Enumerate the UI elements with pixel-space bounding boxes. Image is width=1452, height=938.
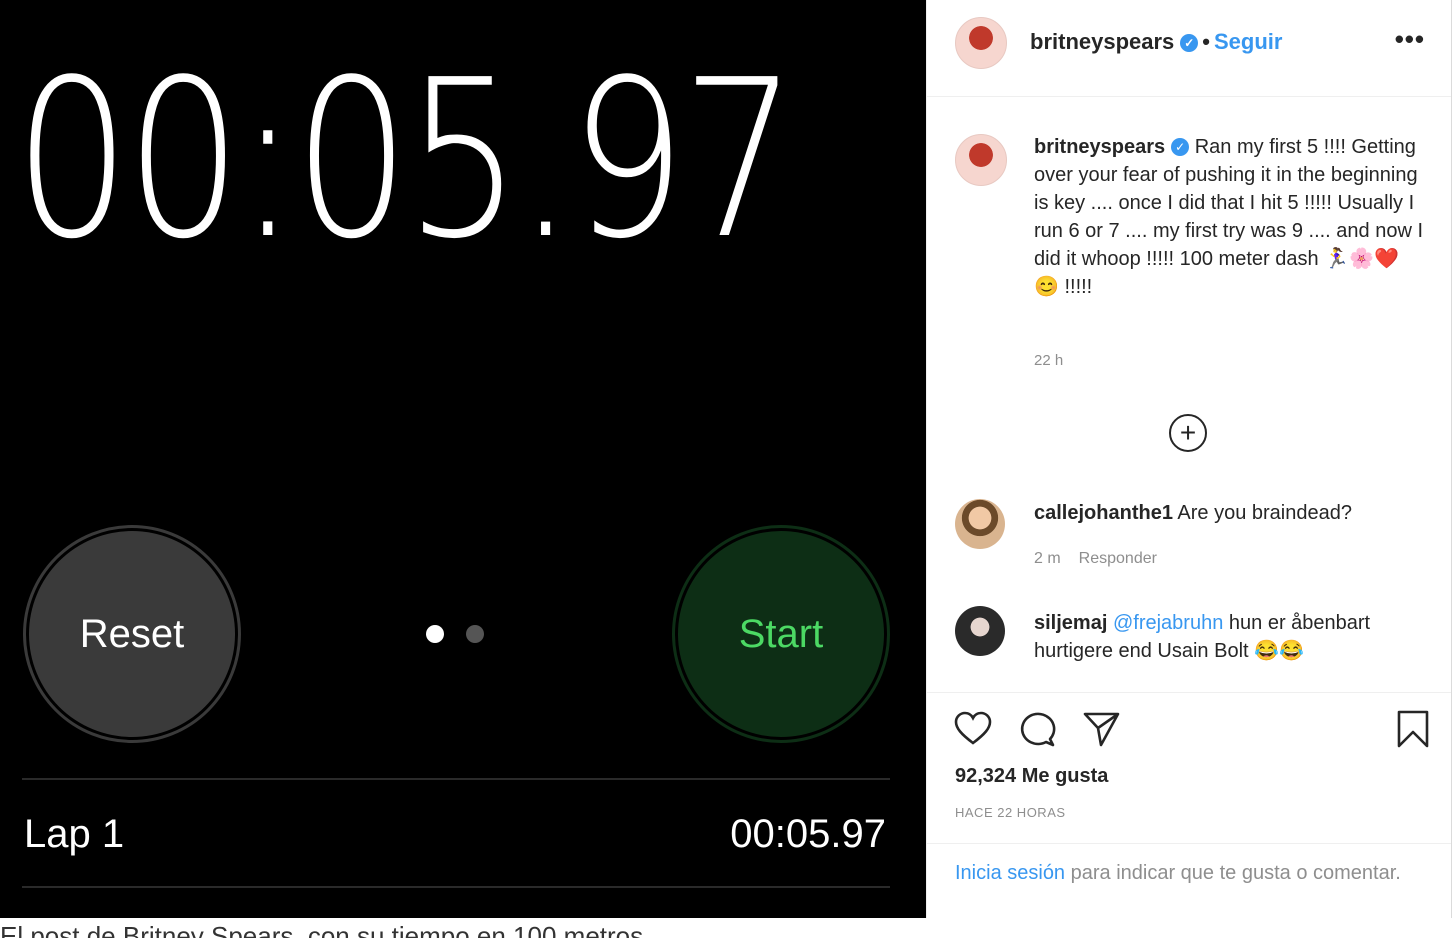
caption-timestamp[interactable]: 22 h <box>1034 352 1063 369</box>
instagram-post-panel: britneyspears ✓ • Seguir ••• britneyspears ✓… <box>926 0 1452 918</box>
divider <box>927 843 1451 844</box>
header-user: britneyspears ✓ • Seguir <box>1030 29 1282 55</box>
comment-2: siljemaj @frejabruhn hun er åbenbart hur… <box>1034 609 1424 665</box>
stopwatch-image: 00:05.97 Reset Start Lap 1 00:05.97 <box>0 0 926 918</box>
comment-username[interactable]: callejohanthe1 <box>1034 502 1173 524</box>
follow-button[interactable]: Seguir <box>1214 29 1282 54</box>
more-options-icon[interactable]: ••• <box>1395 24 1425 55</box>
separator-dot: • <box>1202 29 1210 54</box>
avatar[interactable] <box>955 17 1007 69</box>
page-indicator <box>426 625 484 643</box>
share-icon[interactable] <box>1081 709 1121 749</box>
bookmark-icon[interactable] <box>1393 709 1433 749</box>
post-comments-area: britneyspears ✓ Ran my first 5 !!!! Getti… <box>927 96 1451 692</box>
avatar[interactable] <box>955 606 1005 656</box>
start-button[interactable]: Start <box>672 525 890 743</box>
reply-button[interactable]: Responder <box>1079 550 1157 567</box>
post-caption: britneyspears ✓ Ran my first 5 !!!! Getti… <box>1034 133 1429 301</box>
login-rest-text: para indicar que te gusta o comentar. <box>1070 862 1401 884</box>
page-dot-active <box>426 625 444 643</box>
comment-icon[interactable] <box>1017 709 1057 749</box>
post-actions: 92,324 Me gusta HACE 22 HORAS Inicia ses… <box>927 692 1451 919</box>
comment-time: 2 m <box>1034 550 1061 567</box>
avatar[interactable] <box>955 134 1007 186</box>
lap-label: Lap 1 <box>24 812 125 856</box>
lap-time: 00:05.97 <box>730 812 886 856</box>
image-caption: El post de Britney Spears, con su tiempo… <box>0 921 644 938</box>
caption-username[interactable]: britneyspears <box>1034 136 1165 158</box>
reset-button[interactable]: Reset <box>23 525 241 743</box>
verified-icon: ✓ <box>1171 138 1190 156</box>
username-link[interactable]: britneyspears <box>1030 29 1174 54</box>
post-header: britneyspears ✓ • Seguir ••• <box>927 0 1451 97</box>
caption-text: Ran my first 5 !!!! Getting over your fe… <box>1034 136 1424 298</box>
login-link[interactable]: Inicia sesión <box>955 862 1065 884</box>
comment-username[interactable]: siljemaj <box>1034 612 1107 634</box>
comment-1: callejohanthe1 Are you braindead? <box>1034 502 1352 525</box>
lap-divider-bottom <box>22 886 890 888</box>
comment-meta: 2 m Responder <box>1034 550 1175 568</box>
lap-divider-top <box>22 778 890 780</box>
avatar[interactable] <box>955 499 1005 549</box>
page-dot-inactive <box>466 625 484 643</box>
comment-text: Are you braindead? <box>1177 502 1352 524</box>
stopwatch-time: 00:05.97 <box>14 34 798 287</box>
post-date[interactable]: HACE 22 HORAS <box>955 805 1066 820</box>
like-count[interactable]: 92,324 Me gusta <box>955 765 1108 788</box>
mention-link[interactable]: @frejabruhn <box>1113 612 1223 634</box>
heart-icon[interactable] <box>953 709 993 749</box>
login-prompt: Inicia sesión para indicar que te gusta … <box>955 859 1425 887</box>
load-more-comments-icon[interactable]: + <box>1169 414 1207 452</box>
verified-icon: ✓ <box>1180 34 1199 52</box>
